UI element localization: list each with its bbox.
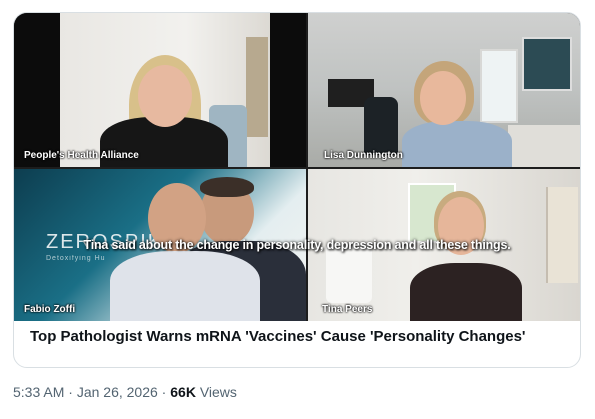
card-headline[interactable]: Top Pathologist Warns mRNA 'Vaccines' Ca… xyxy=(30,327,570,346)
participant-tile-1: People's Health Alliance xyxy=(14,13,306,167)
separator: · xyxy=(157,384,171,400)
participant-name: Fabio Zoffi xyxy=(24,304,76,315)
video-caption: Tina said about the change in personalit… xyxy=(83,238,511,252)
separator: · xyxy=(64,384,77,400)
post-time[interactable]: 5:33 AM xyxy=(13,384,64,400)
window xyxy=(480,49,518,123)
post-date[interactable]: Jan 26, 2026 xyxy=(77,384,158,400)
views-count: 66K xyxy=(170,384,196,400)
shelf xyxy=(546,187,578,283)
participant-name: Lisa Dunnington xyxy=(324,150,403,161)
participant-name: Tina Peers xyxy=(322,304,373,315)
video-player[interactable]: People's Health Alliance Lisa Dunnington… xyxy=(14,13,580,321)
chair xyxy=(326,243,372,303)
post-meta: 5:33 AM · Jan 26, 2026 · 66K Views xyxy=(13,384,237,400)
media-card[interactable]: People's Health Alliance Lisa Dunnington… xyxy=(13,12,581,368)
office-chair xyxy=(364,97,398,155)
bookshelf xyxy=(246,37,268,137)
logo-tagline: Detoxifying Hu xyxy=(46,255,106,262)
views-label: Views xyxy=(195,384,237,400)
participant-name: People's Health Alliance xyxy=(24,150,139,161)
sofa xyxy=(508,125,580,167)
participant-tile-2: Lisa Dunnington xyxy=(308,13,580,167)
wall-art xyxy=(522,37,572,91)
